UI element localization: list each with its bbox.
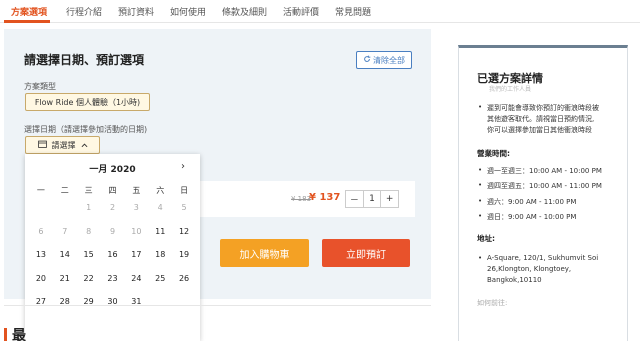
active-tab-indicator [4, 20, 50, 23]
chevron-up-icon [81, 141, 88, 150]
hours-label: 營業時間: [477, 149, 510, 158]
calendar-day[interactable]: 18 [148, 243, 172, 267]
bullet-icon: • [478, 103, 483, 111]
note-line: 其他遊客取代。請視當日預約情況, [487, 115, 595, 123]
weekday-header: 一 [36, 185, 45, 195]
calendar-day-disabled: 2 [109, 203, 116, 213]
hours-item: 週六：9:00 AM - 11:00 PM [487, 198, 577, 206]
calendar-empty-cell [172, 290, 196, 314]
plan-type-label: 方案類型 [24, 82, 56, 91]
hours-item: 週四至週五：10:00 AM - 11:00 PM [487, 182, 602, 190]
calendar-empty-cell [29, 196, 53, 220]
bullet-icon: • [478, 254, 483, 262]
decrement-button[interactable]: － [346, 191, 363, 207]
weekday-header: 五 [132, 185, 141, 195]
weekday-header: 二 [60, 185, 69, 195]
calendar-icon [37, 140, 47, 150]
tab-plan-options[interactable]: 方案選項 [11, 5, 47, 18]
calendar-empty-cell [148, 290, 172, 314]
plan-option-flow-ride[interactable]: Flow Ride 個人體驗（1小時) [25, 93, 150, 111]
calendar-day[interactable]: 28 [53, 290, 77, 314]
bullet-icon: • [478, 197, 483, 205]
clear-all-button[interactable]: 清除全部 [356, 51, 412, 69]
calendar-month: 一月 2020 [89, 165, 136, 175]
hours-item: 週一至週三：10:00 AM - 10:00 PM [487, 167, 602, 175]
increment-button[interactable]: + [381, 191, 398, 207]
calendar-day[interactable]: 24 [124, 267, 148, 291]
address-line: Bangkok,10110 [487, 276, 542, 284]
note-line: 你可以選擇參加當日其他衝浪時段 [487, 126, 592, 134]
date-picker: 一月 2020 › 一二三四五六日 1 2 3 4 5 6 7 8 9 10 11 12 13 14 15 16… [25, 154, 200, 341]
calendar-grid: 一二三四五六日 1 2 3 4 5 6 7 8 9 10 11 12 13 14 15 16 17 18 19 20 21… [29, 184, 196, 314]
tab-booking-info[interactable]: 預訂資料 [118, 5, 154, 18]
date-label: 選擇日期（請選擇參加活動的日期) [24, 125, 148, 134]
date-select-label: 請選擇 [51, 140, 76, 150]
directions-label: 如何前往: [477, 299, 508, 307]
top-nav: 方案選項 行程介紹 預訂資料 如何使用 條款及細則 活動評價 常見問題 [0, 0, 640, 23]
sale-price: ¥ 137 [309, 192, 341, 203]
book-now-button[interactable]: 立即預訂 [322, 239, 410, 267]
address-label: 地址: [477, 234, 495, 243]
calendar-day-disabled: 10 [131, 226, 142, 236]
add-to-cart-button[interactable]: 加入購物車 [220, 239, 309, 267]
calendar-day[interactable]: 16 [101, 243, 125, 267]
address-line: 26,Klongton, Klongtoey, [487, 265, 572, 273]
booking-title: 請選擇日期、預訂選項 [24, 53, 145, 67]
clear-all-label: 清除全部 [373, 55, 405, 65]
calendar-empty-cell [53, 196, 77, 220]
calendar-day-disabled: 5 [181, 203, 187, 213]
calendar-day[interactable]: 11 [148, 220, 172, 244]
refresh-icon [363, 55, 371, 65]
tab-reviews[interactable]: 活動評價 [283, 5, 319, 18]
address-line: A-Square, 120/1, Sukhumvit Soi [487, 254, 599, 262]
calendar-day-disabled: 7 [62, 226, 68, 236]
calendar-day[interactable]: 22 [77, 267, 101, 291]
calendar-day-disabled: 3 [133, 203, 139, 213]
calendar-day[interactable]: 21 [53, 267, 77, 291]
calendar-day-disabled: 1 [86, 203, 92, 213]
calendar-day-disabled: 8 [86, 226, 92, 236]
calendar-day[interactable]: 19 [172, 243, 196, 267]
summary-faded-text: 我們的工作人員 [489, 86, 532, 93]
section-accent-bar [4, 328, 7, 341]
note-line: 遲到可能會導致你預訂的衝浪時段被 [487, 104, 599, 112]
bullet-icon: • [478, 212, 483, 220]
calendar-day[interactable]: 31 [124, 290, 148, 314]
tab-itinerary[interactable]: 行程介紹 [66, 5, 102, 18]
calendar-day[interactable]: 23 [101, 267, 125, 291]
weekday-header: 日 [180, 185, 189, 195]
bullet-icon: • [478, 181, 483, 189]
calendar-day[interactable]: 17 [124, 243, 148, 267]
weekday-header: 四 [108, 185, 117, 195]
price-row: ¥ 183 ¥ 137 － 1 + [200, 181, 415, 217]
selected-plan-summary: 已選方案詳情 我們的工作人員 • 遲到可能會導致你預訂的衝浪時段被 其他遊客取代… [458, 45, 628, 341]
calendar-day[interactable]: 27 [29, 290, 53, 314]
next-month-icon[interactable]: › [181, 161, 185, 172]
hours-item: 週日：9:00 AM - 10:00 PM [487, 213, 577, 221]
quantity-stepper: － 1 + [345, 190, 399, 208]
section-divider [4, 305, 431, 306]
calendar-day[interactable]: 29 [77, 290, 101, 314]
tab-terms[interactable]: 條款及細則 [222, 5, 267, 18]
tab-faq[interactable]: 常見問題 [335, 5, 371, 18]
weekday-header: 三 [84, 185, 93, 195]
calendar-day[interactable]: 12 [172, 220, 196, 244]
calendar-day[interactable]: 20 [29, 267, 53, 291]
calendar-day-disabled: 6 [38, 226, 44, 236]
calendar-day[interactable]: 15 [77, 243, 101, 267]
tab-how-to-use[interactable]: 如何使用 [170, 5, 206, 18]
calendar-day[interactable]: 30 [101, 290, 125, 314]
quantity-value[interactable]: 1 [362, 191, 382, 207]
bullet-icon: • [478, 166, 483, 174]
date-select-button[interactable]: 請選擇 [25, 136, 100, 154]
calendar-day-disabled: 4 [157, 203, 163, 213]
calendar-day[interactable]: 26 [172, 267, 196, 291]
calendar-day[interactable]: 14 [53, 243, 77, 267]
next-section-heading: 最 [12, 328, 26, 341]
calendar-day-disabled: 9 [109, 226, 116, 236]
calendar-day[interactable]: 13 [29, 243, 53, 267]
calendar-day[interactable]: 25 [148, 267, 172, 291]
weekday-header: 六 [156, 185, 165, 195]
